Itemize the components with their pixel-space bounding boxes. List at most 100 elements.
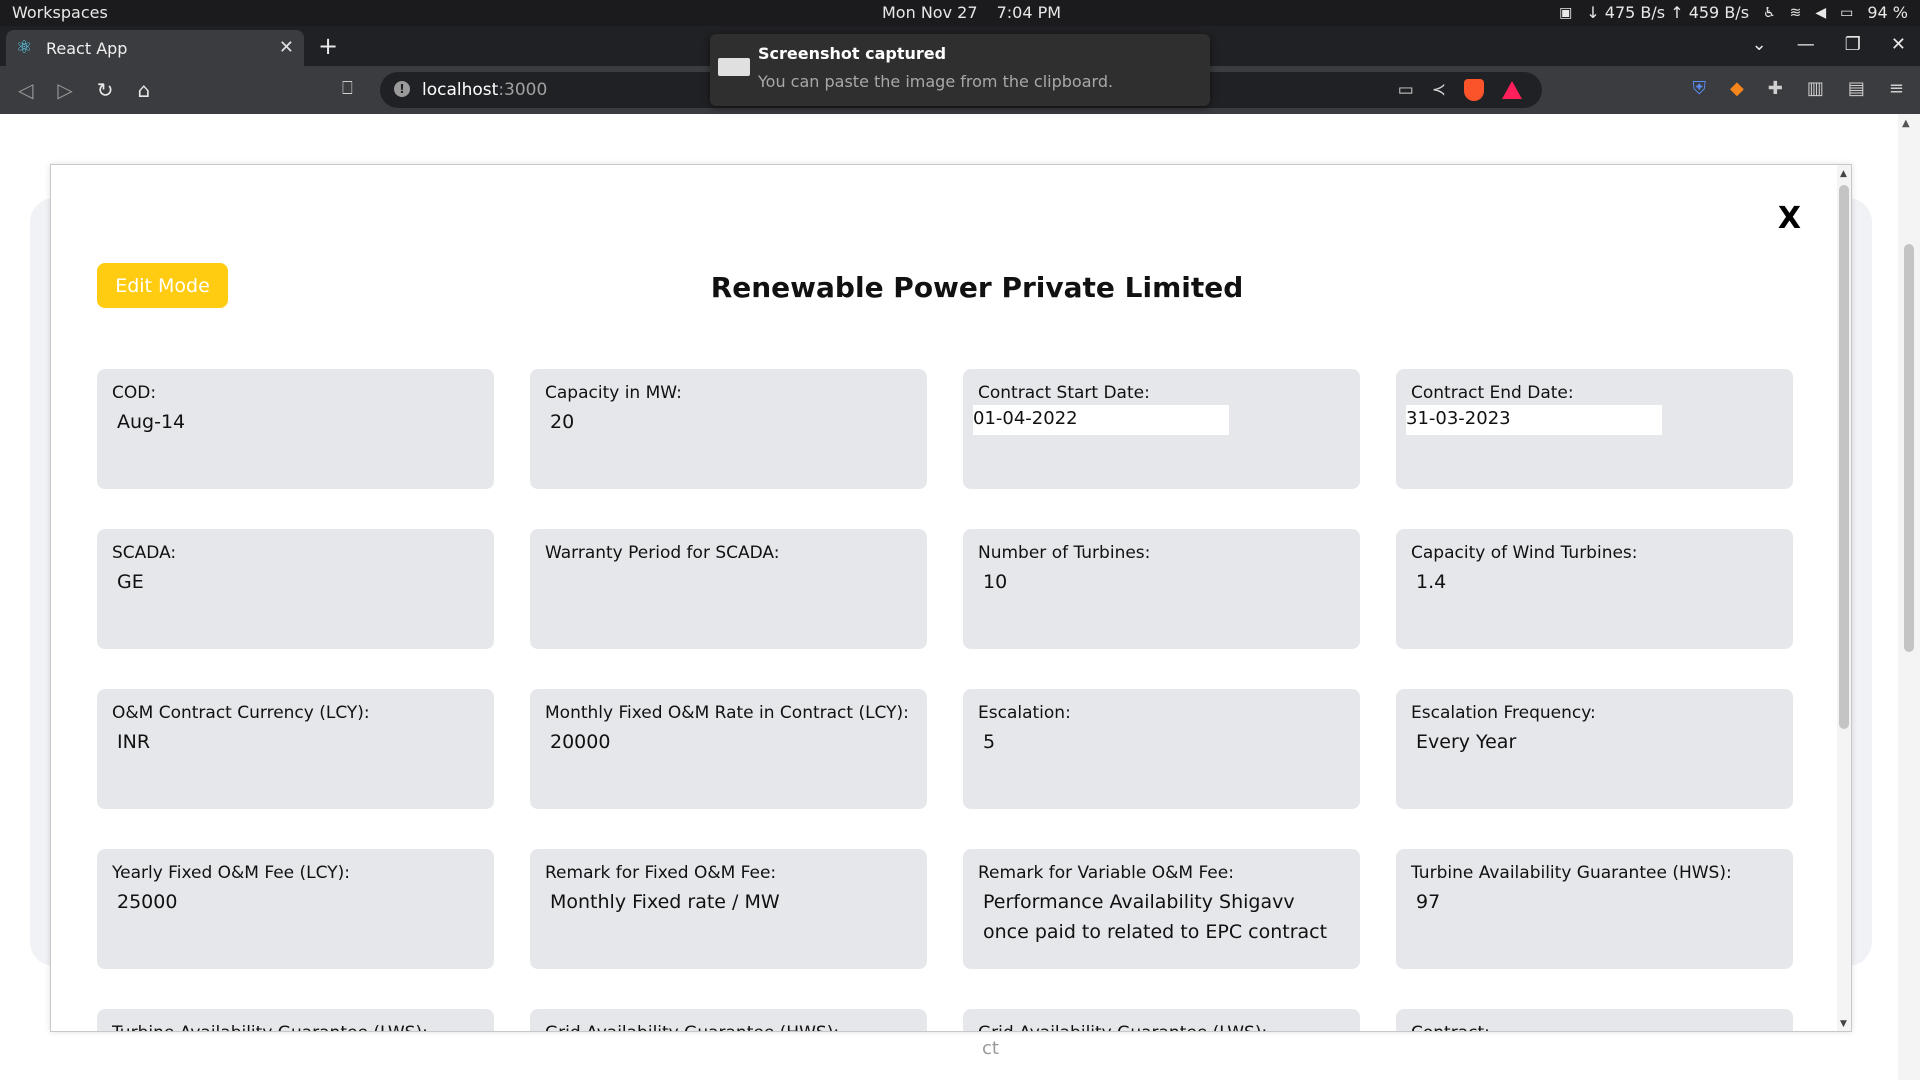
cast-icon[interactable]: ▭ (1398, 80, 1414, 100)
field-value: Monthly Fixed rate / MW (550, 891, 780, 913)
screenshot-notification[interactable]: Screenshot captured You can paste the im… (710, 34, 1210, 106)
page-scrollbar-thumb[interactable] (1904, 244, 1914, 652)
tab-close-icon[interactable]: ✕ (279, 37, 294, 58)
field-label: Escalation: (978, 703, 1071, 723)
home-icon[interactable]: ⌂ (138, 78, 151, 102)
field-value: 25000 (117, 891, 178, 913)
field-label: Capacity in MW: (545, 383, 682, 403)
tab-react-app[interactable]: ⚛ React App ✕ (6, 30, 304, 66)
new-tab-icon[interactable]: + (318, 32, 338, 60)
close-window-icon[interactable]: ✕ (1891, 34, 1906, 55)
restore-icon[interactable]: ❐ (1845, 34, 1861, 55)
minimize-icon[interactable]: — (1797, 34, 1815, 55)
field-card-yearly-fee: Yearly Fixed O&M Fee (LCY): 25000 (97, 849, 494, 969)
field-label: Grid Availability Guarantee (HWS): (545, 1023, 839, 1031)
field-card-scada-warranty: Warranty Period for SCADA: (530, 529, 927, 649)
os-top-bar: Workspaces Mon Nov 27 7:04 PM ▣ ↓ 475 B/… (0, 0, 1920, 26)
field-label: Turbine Availability Guarantee (LWS): (112, 1023, 428, 1031)
workspaces-button[interactable]: Workspaces (12, 3, 108, 22)
modal-title: Renewable Power Private Limited (710, 271, 1244, 304)
forward-icon[interactable]: ▷ (57, 78, 72, 102)
back-icon[interactable]: ◁ (18, 78, 33, 102)
contract-start-date-field[interactable]: 01-04-2022 (973, 405, 1229, 435)
brave-rewards-icon[interactable] (1502, 81, 1522, 99)
tab-title: React App (46, 39, 128, 58)
field-value: 1.4 (1416, 571, 1447, 593)
field-label: Contract Start Date: (978, 383, 1150, 403)
field-card-currency: O&M Contract Currency (LCY): INR (97, 689, 494, 809)
field-card-contract: Contract: (1396, 1009, 1793, 1031)
date-text: Mon Nov 27 (882, 3, 978, 22)
modal-close-button[interactable]: X (1778, 201, 1801, 236)
share-icon[interactable]: ≺ (1432, 80, 1446, 100)
clock[interactable]: Mon Nov 27 7:04 PM (882, 3, 1061, 22)
scroll-up-icon[interactable]: ▲ (1902, 118, 1910, 129)
react-icon: ⚛ (16, 37, 33, 58)
accessibility-icon[interactable]: ♿ (1763, 5, 1776, 21)
menu-icon[interactable]: ≡ (1889, 78, 1904, 99)
metamask-icon[interactable]: ◆ (1730, 78, 1744, 99)
field-card-monthly-rate: Monthly Fixed O&M Rate in Contract (LCY)… (530, 689, 927, 809)
network-speed: ↓ 475 B/s ↑ 459 B/s (1586, 3, 1750, 22)
contract-end-date-field[interactable]: 31-03-2023 (1406, 405, 1662, 435)
field-label: Number of Turbines: (978, 543, 1151, 563)
url-text[interactable]: localhost:3000 (422, 80, 547, 100)
page-scrollbar[interactable]: ▲ (1898, 114, 1920, 1080)
field-label: Grid Availability Guarantee (LWS): (978, 1023, 1267, 1031)
modal-scrollbar-thumb[interactable] (1839, 185, 1849, 729)
keyboard-icon (718, 58, 750, 76)
field-label: Remark for Variable O&M Fee: (978, 863, 1234, 883)
wallet-icon[interactable]: ▤ (1848, 78, 1865, 99)
field-label: Contract End Date: (1411, 383, 1574, 403)
field-label: Turbine Availability Guarantee (HWS): (1411, 863, 1732, 883)
extensions-icon[interactable]: ✚ (1768, 78, 1783, 99)
field-value: Aug-14 (117, 411, 186, 433)
notification-title: Screenshot captured (758, 44, 947, 63)
field-label: Yearly Fixed O&M Fee (LCY): (112, 863, 350, 883)
battery-icon[interactable]: ▭ (1840, 5, 1853, 21)
field-card-contract-start: Contract Start Date: 01-04-2022 (963, 369, 1360, 489)
field-value: Performance Availability Shigavv once pa… (983, 891, 1328, 943)
field-label: O&M Contract Currency (LCY): (112, 703, 370, 723)
field-card-turbine-count: Number of Turbines: 10 (963, 529, 1360, 649)
tab-list-chevron-icon[interactable]: ⌄ (1752, 34, 1767, 55)
clipboard-icon[interactable]: ▣ (1559, 5, 1572, 21)
field-card-turbine-capacity: Capacity of Wind Turbines: 1.4 (1396, 529, 1793, 649)
scroll-up-icon[interactable]: ▲ (1840, 169, 1847, 179)
nav-buttons: ◁ ▷ ↻ ⌂ (18, 78, 150, 102)
field-card-variable-fee-remark: Remark for Variable O&M Fee: Performance… (963, 849, 1360, 969)
url-port: :3000 (498, 80, 548, 100)
time-text: 7:04 PM (996, 3, 1062, 22)
field-label: Remark for Fixed O&M Fee: (545, 863, 777, 883)
field-value: 10 (983, 571, 1008, 593)
field-value: 20 (550, 411, 575, 433)
field-value: Every Year (1416, 731, 1517, 753)
field-card-grid-hws: Grid Availability Guarantee (HWS): (530, 1009, 927, 1031)
volume-icon[interactable]: ◀ (1815, 5, 1826, 21)
field-label: COD: (112, 383, 157, 403)
field-card-fixed-fee-remark: Remark for Fixed O&M Fee: Monthly Fixed … (530, 849, 927, 969)
field-value: INR (117, 731, 151, 753)
sidebar-icon[interactable]: ▥ (1807, 78, 1824, 99)
bookmark-icon[interactable]: ⎕ (342, 78, 353, 99)
field-card-grid-lws: Grid Availability Guarantee (LWS): (963, 1009, 1360, 1031)
bitwarden-icon[interactable]: ⛨ (1692, 78, 1706, 99)
wifi-icon[interactable]: ≋ (1790, 5, 1802, 21)
brave-shields-icon[interactable] (1464, 79, 1484, 101)
url-host: localhost (422, 80, 499, 100)
window-controls: ⌄ — ❐ ✕ (1752, 34, 1906, 55)
field-card-contract-end: Contract End Date: 31-03-2023 (1396, 369, 1793, 489)
field-value: 20000 (550, 731, 611, 753)
site-info-icon[interactable]: ! (394, 81, 410, 97)
field-card-escalation: Escalation: 5 (963, 689, 1360, 809)
field-label: Contract: (1411, 1023, 1490, 1031)
modal-scrollbar[interactable]: ▲ ▼ (1837, 165, 1851, 1031)
background-field-text: ct (982, 1038, 999, 1059)
extension-icons: ⛨ ◆ ✚ ▥ ▤ ≡ (1692, 78, 1904, 99)
field-value: 97 (1416, 891, 1441, 913)
system-tray: ▣ ↓ 475 B/s ↑ 459 B/s ♿ ≋ ◀ ▭ 94 % (1559, 3, 1908, 22)
address-bar-actions: ▭ ≺ (1398, 79, 1522, 101)
scroll-down-icon[interactable]: ▼ (1840, 1019, 1847, 1029)
reload-icon[interactable]: ↻ (97, 78, 114, 102)
field-card-turbine-lws: Turbine Availability Guarantee (LWS): (97, 1009, 494, 1031)
